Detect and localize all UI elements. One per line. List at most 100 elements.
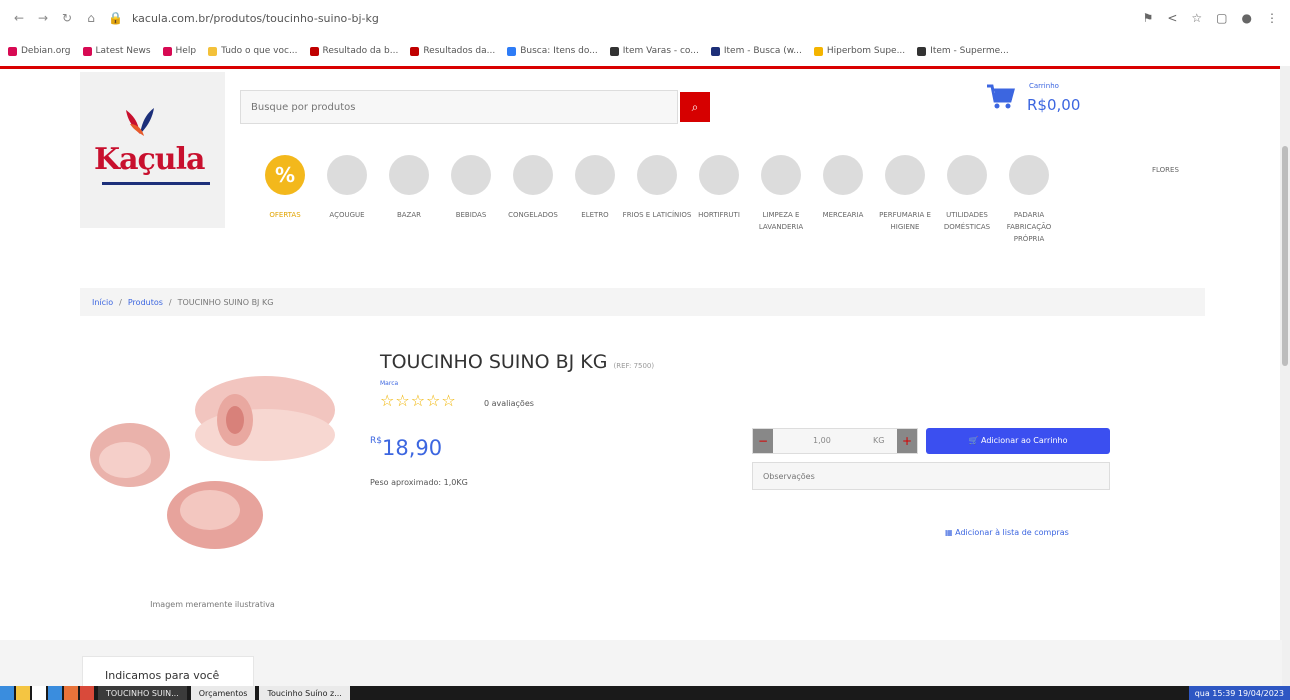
quantity-increase-button[interactable]: + <box>897 429 917 453</box>
quantity-value[interactable]: 1,00 <box>813 436 831 445</box>
quantity-stepper: − 1,00 KG + <box>752 428 918 454</box>
bookmark-item[interactable]: Resultados da... <box>410 46 495 56</box>
file-manager-icon[interactable] <box>16 686 30 700</box>
bookmark-item[interactable]: Latest News <box>82 46 151 56</box>
quantity-decrease-button[interactable]: − <box>753 429 773 453</box>
bookmark-item[interactable]: Help <box>162 46 196 56</box>
breadcrumb-current: TOUCINHO SUINO BJ KG <box>177 297 274 307</box>
product-image[interactable] <box>85 340 340 585</box>
bookmark-item[interactable]: Tudo o que voc... <box>208 46 298 56</box>
menu-icon[interactable]: ⋮ <box>1266 11 1278 25</box>
percent-icon: % <box>265 155 305 195</box>
app-launcher-icon[interactable] <box>80 686 94 700</box>
category-item[interactable]: % OFERTAS <box>250 155 320 221</box>
category-icon <box>885 155 925 195</box>
start-menu-icon[interactable] <box>0 686 14 700</box>
bookmark-item[interactable]: Debian.org <box>8 46 71 56</box>
bookmark-star-icon[interactable]: ☆ <box>1191 11 1202 25</box>
back-icon[interactable]: ← <box>12 11 26 25</box>
category-item[interactable]: LIMPEZA E LAVANDERIA <box>746 155 816 233</box>
forward-icon[interactable]: → <box>36 11 50 25</box>
bookmark-item[interactable]: Item - Busca (w... <box>710 46 802 56</box>
address-bar[interactable]: kacula.com.br/produtos/toucinho-suino-bj… <box>132 12 379 25</box>
category-item[interactable]: CONGELADOS <box>498 155 568 221</box>
profile-icon[interactable]: ● <box>1242 11 1252 25</box>
price-value: 18,90 <box>381 436 443 460</box>
bookmark-label: Debian.org <box>21 46 71 56</box>
bookmark-item[interactable]: Item Varas - co... <box>609 46 699 56</box>
lock-icon: 🔒 <box>108 11 123 25</box>
category-label: UTILIDADES DOMÉSTICAS <box>943 211 991 231</box>
category-item[interactable]: ELETRO <box>560 155 630 221</box>
extensions-icon[interactable]: ⚑ <box>1143 11 1154 25</box>
browser-launcher-icon[interactable] <box>48 686 62 700</box>
text-editor-icon[interactable] <box>32 686 46 700</box>
observations-field[interactable] <box>752 462 1110 490</box>
product-weight: Peso aproximado: 1,0KG <box>370 478 468 487</box>
category-label: ELETRO <box>581 211 609 219</box>
bookmark-favicon-icon <box>208 46 218 56</box>
window-icon[interactable]: ▢ <box>1216 11 1227 25</box>
category-label: OFERTAS <box>269 211 301 219</box>
bookmark-favicon-icon <box>162 46 172 56</box>
breadcrumb-home[interactable]: Início <box>92 298 113 307</box>
firefox-icon[interactable] <box>64 686 78 700</box>
category-item[interactable]: AÇOUGUE <box>312 155 382 221</box>
browser-toolbar: ← → ↻ ⌂ 🔒 kacula.com.br/produtos/toucinh… <box>0 0 1290 36</box>
scroll-thumb[interactable] <box>1282 146 1288 366</box>
cart-total: R$0,00 <box>1027 96 1081 114</box>
bookmark-item[interactable]: Busca: Itens do... <box>507 46 598 56</box>
search-icon: ⌕ <box>691 100 699 114</box>
bookmark-favicon-icon <box>309 46 319 56</box>
cart-small-icon: 🛒 <box>968 436 982 445</box>
category-item[interactable]: UTILIDADES DOMÉSTICAS <box>932 155 1002 233</box>
bookmark-item[interactable]: Item - Superme... <box>917 46 1009 56</box>
product-price: R$18,90 <box>370 436 442 460</box>
category-icon <box>823 155 863 195</box>
category-icon <box>575 155 615 195</box>
bookmark-item[interactable]: Hiperbom Supe... <box>813 46 905 56</box>
category-icon <box>1009 155 1049 195</box>
search-button[interactable]: ⌕ <box>680 92 710 122</box>
category-item[interactable]: PADARIA FABRICAÇÃO PRÓPRIA <box>994 155 1064 245</box>
category-item[interactable]: HORTIFRUTI <box>684 155 754 221</box>
bookmark-favicon-icon <box>813 46 823 56</box>
reload-icon[interactable]: ↻ <box>60 11 74 25</box>
category-icon <box>761 155 801 195</box>
review-count[interactable]: 0 avaliações <box>484 399 534 408</box>
category-icon <box>699 155 739 195</box>
search-input[interactable] <box>240 90 678 124</box>
product-brand[interactable]: Marca <box>380 380 398 387</box>
bookmark-item[interactable]: Resultado da b... <box>309 46 398 56</box>
image-caption: Imagem meramente ilustrativa <box>150 600 275 609</box>
add-to-cart-button[interactable]: 🛒 Adicionar ao Carrinho <box>926 428 1110 454</box>
quantity-unit: KG <box>873 436 885 445</box>
bookmark-favicon-icon <box>507 46 517 56</box>
taskbar-clock[interactable]: qua 15:39 19/04/2023 <box>1188 686 1290 700</box>
share-icon[interactable]: < <box>1167 11 1177 25</box>
product-title: TOUCINHO SUINO BJ KG (REF: 7500) <box>380 351 654 373</box>
page-scrollbar[interactable] <box>1280 66 1290 686</box>
taskbar-item-browser[interactable]: TOUCINHO SUIN... <box>98 686 187 700</box>
category-item[interactable]: BAZAR <box>374 155 444 221</box>
category-label: PADARIA FABRICAÇÃO PRÓPRIA <box>1006 211 1052 243</box>
category-item[interactable]: MERCEARIA <box>808 155 878 221</box>
product-code: (REF: 7500) <box>613 362 655 370</box>
home-icon[interactable]: ⌂ <box>84 11 98 25</box>
site-logo[interactable]: Kaçula <box>80 72 225 228</box>
product-title-text: TOUCINHO SUINO BJ KG <box>380 351 608 373</box>
category-item[interactable]: PERFUMARIA E HIGIENE <box>870 155 940 233</box>
breadcrumb-products[interactable]: Produtos <box>128 298 163 307</box>
taskbar-item-orcamentos[interactable]: Orçamentos <box>190 686 256 700</box>
add-to-list-link[interactable]: ▦ Adicionar à lista de compras <box>945 528 1069 537</box>
tab-recommended[interactable]: Indicamos para você <box>82 656 254 686</box>
category-item[interactable]: FRIOS E LATICÍNIOS <box>622 155 692 221</box>
rating-stars[interactable]: ☆☆☆☆☆ <box>380 391 457 410</box>
bookmark-favicon-icon <box>8 46 17 56</box>
category-item[interactable]: BEBIDAS <box>436 155 506 221</box>
category-flores[interactable]: FLORES <box>1152 166 1179 174</box>
taskbar-item-toucinho[interactable]: Toucinho Suíno z... <box>259 686 350 700</box>
taskbar-task-label: Orçamentos <box>198 688 248 698</box>
category-label: BEBIDAS <box>455 211 487 219</box>
bookmark-label: Item - Busca (w... <box>723 46 802 56</box>
